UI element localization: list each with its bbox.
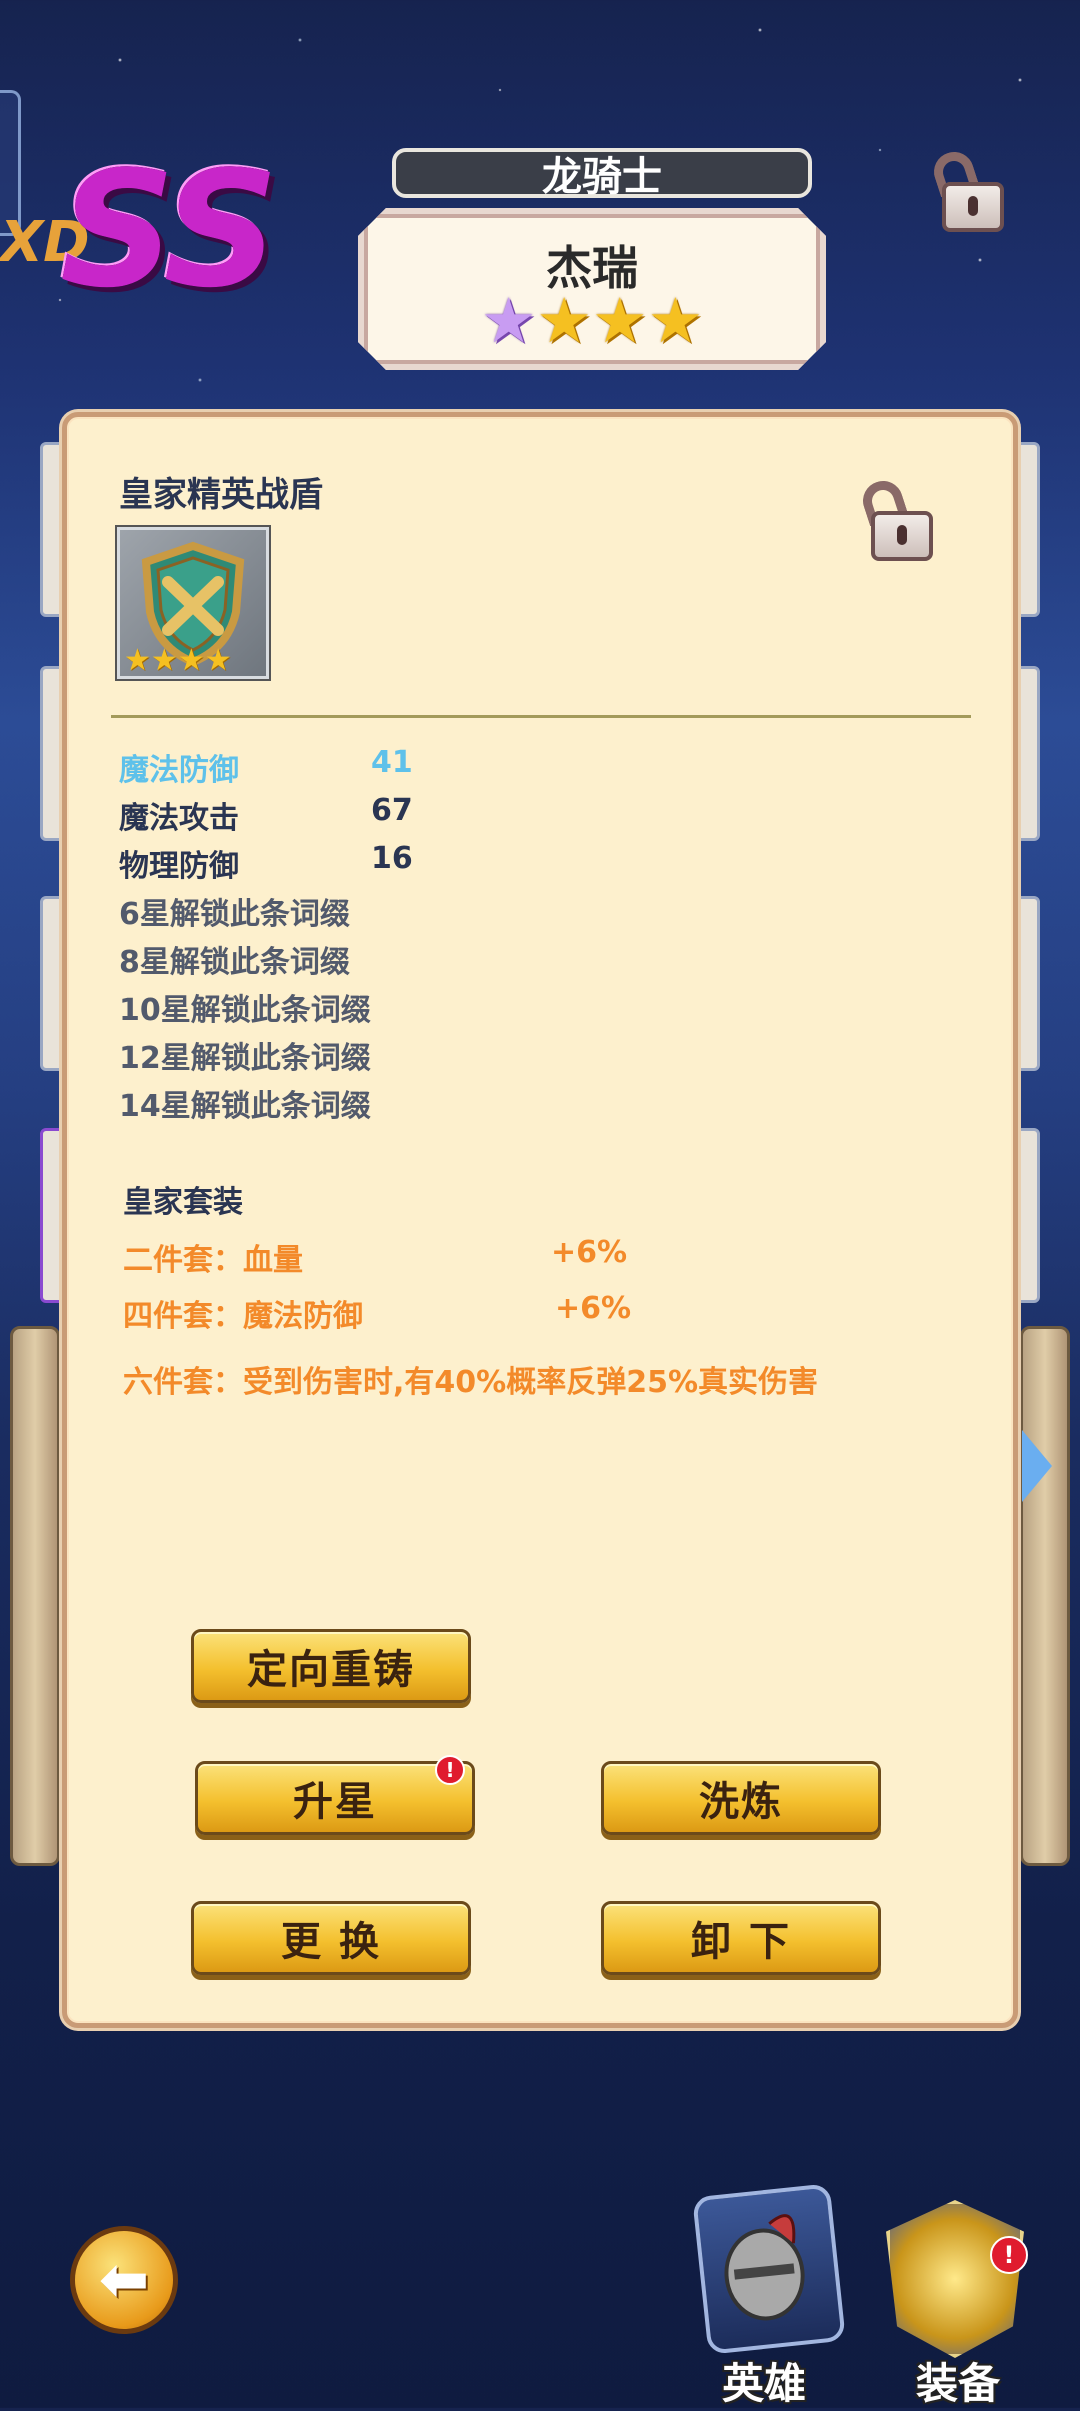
locked-affix: 14星解锁此条词缀 [119,1089,371,1124]
back-arrow-icon[interactable]: ⬅ [70,2226,178,2334]
item-star-rating: ★ ★ ★ ★ [124,646,232,676]
notification-badge: ! [990,2236,1028,2274]
hero-nav-icon[interactable] [692,2183,846,2355]
hero-class-title: 龙骑士 [392,148,812,200]
refine-button[interactable]: 洗炼 [601,1761,881,1835]
stat-label: 物理防御 [119,849,239,884]
stat-label: 魔法防御 [119,753,239,788]
hero-star-rating: ★ ★ ★ ★ [364,290,820,352]
locked-affix: 10星解锁此条词缀 [119,993,371,1028]
set-bonus-value: +6% [551,1235,628,1270]
set-bonus-row: 二件套：血量 +6% [123,1235,627,1279]
unequip-button[interactable]: 卸 下 [601,1901,881,1975]
star-icon: ★ [536,284,592,357]
stat-value: 67 [371,793,413,828]
item-name: 皇家精英战盾 [119,475,323,515]
locked-affix: 6星解锁此条词缀 [119,897,350,932]
star-icon: ★ [124,643,151,678]
star-icon: ★ [204,643,232,678]
set-bonus-label: 六件套：受到伤害时,有40%概率反弹25%真实伤害 [123,1365,819,1400]
set-bonus-title: 皇家套装 [123,1185,243,1220]
notification-badge: ! [435,1755,465,1785]
star-icon: ★ [592,284,648,357]
locked-affix: 8星解锁此条词缀 [119,945,350,980]
divider [111,715,971,718]
star-icon: ★ [177,643,205,678]
set-bonus-label: 四件套：魔法防御 [123,1299,363,1334]
hero-nav-label[interactable]: 英雄 [722,2350,806,2411]
equipment-nav-label[interactable]: 装备 [916,2350,1000,2411]
replace-button[interactable]: 更 换 [191,1901,471,1975]
equipment-detail-panel: 皇家精英战盾 ★ ★ ★ ★ 魔法防御 41 魔法攻击 67 物理防御 16 6… [62,412,1018,2028]
item-lock-icon[interactable] [857,475,933,561]
stat-label: 魔法攻击 [119,801,239,836]
next-arrow-icon[interactable] [1022,1430,1052,1502]
set-bonus-row: 四件套：魔法防御 +6% [123,1291,631,1335]
star-icon: ★ [150,643,178,678]
set-bonus-value: +6% [555,1291,632,1326]
item-icon-frame[interactable]: ★ ★ ★ ★ [117,527,269,679]
star-icon: ★ [480,284,537,357]
stat-row: 魔法攻击 67 [119,793,413,837]
locked-affix: 12星解锁此条词缀 [119,1041,371,1076]
hero-name-plate: 杰瑞 ★ ★ ★ ★ [358,208,826,370]
stat-value: 41 [371,745,413,780]
set-bonus-label: 二件套：血量 [123,1243,303,1278]
hero-grade: SS [60,136,279,323]
left-ornament-frame [10,1326,60,1866]
hero-lock-icon[interactable] [928,146,1004,232]
equipment-nav-icon[interactable] [886,2200,1024,2358]
reforge-button[interactable]: 定向重铸 [191,1629,471,1703]
knight-helmet-icon [724,2214,805,2321]
upgrade-star-button[interactable]: 升星 [195,1761,475,1835]
set-bonus-row: 六件套：受到伤害时,有40%概率反弹25%真实伤害 [123,1357,818,1401]
upgrade-star-label: 升星 [293,1779,377,1825]
star-icon: ★ [647,284,704,357]
stat-row: 魔法防御 41 [119,745,413,789]
right-ornament-frame [1020,1326,1070,1866]
stat-row: 物理防御 16 [119,841,413,885]
stat-value: 16 [371,841,413,876]
